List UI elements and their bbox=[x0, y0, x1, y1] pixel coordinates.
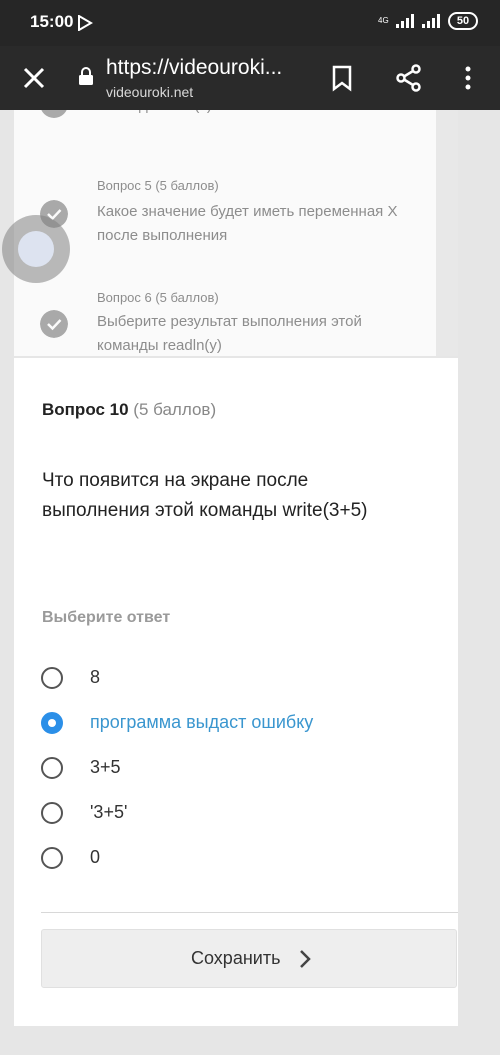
radio-button[interactable] bbox=[41, 847, 63, 869]
status-indicators: 4G 50 bbox=[378, 12, 478, 30]
save-button-label: Сохранить bbox=[191, 948, 281, 968]
question-text: Что появится на экране после выполнения … bbox=[42, 470, 368, 521]
radio-button-selected[interactable] bbox=[41, 712, 63, 734]
network-type: 4G bbox=[378, 16, 389, 25]
answer-option-label[interactable]: 8 bbox=[90, 667, 100, 688]
question-list-scrollbar[interactable] bbox=[436, 110, 458, 356]
answer-option-label[interactable]: 3+5 bbox=[90, 757, 121, 778]
radio-button[interactable] bbox=[41, 802, 63, 824]
check-circle-icon bbox=[40, 310, 68, 338]
page-bottom-area bbox=[0, 1026, 500, 1055]
share-icon[interactable] bbox=[395, 64, 423, 92]
save-button[interactable]: Сохранить bbox=[41, 929, 457, 988]
answer-option[interactable]: программа выдаст ошибку bbox=[41, 709, 421, 739]
chevron-right-icon bbox=[300, 950, 311, 968]
answer-option[interactable]: '3+5' bbox=[41, 799, 421, 829]
question-title: Вопрос 10 bbox=[42, 400, 129, 419]
radio-button[interactable] bbox=[41, 667, 63, 689]
question-list-text: Какое значение будет иметь переменная X … bbox=[97, 203, 398, 244]
question-points: (5 баллов) bbox=[133, 400, 217, 419]
answer-option-label[interactable]: '3+5' bbox=[90, 802, 127, 823]
question-list-header: Вопрос 5 (5 баллов) bbox=[97, 178, 219, 193]
question-list-header: Вопрос 6 (5 баллов) bbox=[97, 290, 219, 305]
answer-option[interactable]: 8 bbox=[41, 664, 421, 694]
url-text[interactable]: https://videouroki... bbox=[106, 56, 282, 80]
domain-text[interactable]: videouroki.net bbox=[106, 84, 193, 100]
touch-indicator bbox=[2, 215, 70, 283]
status-bar: 15:00 4G 50 bbox=[0, 0, 500, 46]
answer-option-label[interactable]: программа выдаст ошибку bbox=[90, 712, 313, 733]
radio-button[interactable] bbox=[41, 757, 63, 779]
battery-indicator: 50 bbox=[448, 12, 478, 30]
answer-option[interactable]: 0 bbox=[41, 844, 421, 874]
divider bbox=[41, 912, 458, 913]
lock-icon bbox=[79, 67, 93, 85]
more-vert-icon[interactable] bbox=[458, 64, 478, 92]
choose-answer-label: Выберите ответ bbox=[42, 609, 171, 626]
question-list[interactable]: команды write(x) Вопрос 5 (5 баллов) Как… bbox=[14, 110, 436, 356]
check-circle-icon bbox=[40, 110, 68, 118]
answer-option-label[interactable]: 0 bbox=[90, 847, 100, 868]
bookmark-icon[interactable] bbox=[330, 64, 354, 92]
close-icon[interactable] bbox=[20, 64, 48, 92]
question-list-text: команды write(x) bbox=[97, 110, 427, 118]
play-store-icon bbox=[78, 15, 93, 31]
question-card: Вопрос 10 (5 баллов) Что появится на экр… bbox=[14, 358, 458, 1026]
status-time: 15:00 bbox=[30, 12, 74, 31]
browser-toolbar: https://videouroki... videouroki.net bbox=[0, 46, 500, 110]
touch-indicator-core bbox=[18, 231, 54, 267]
signal-icon-2 bbox=[422, 14, 440, 28]
question-title-row: Вопрос 10 (5 баллов) bbox=[42, 400, 216, 420]
question-list-text: Выберите результат выполнения этой коман… bbox=[97, 313, 362, 354]
answer-option[interactable]: 3+5 bbox=[41, 754, 421, 784]
signal-icon bbox=[396, 14, 414, 28]
